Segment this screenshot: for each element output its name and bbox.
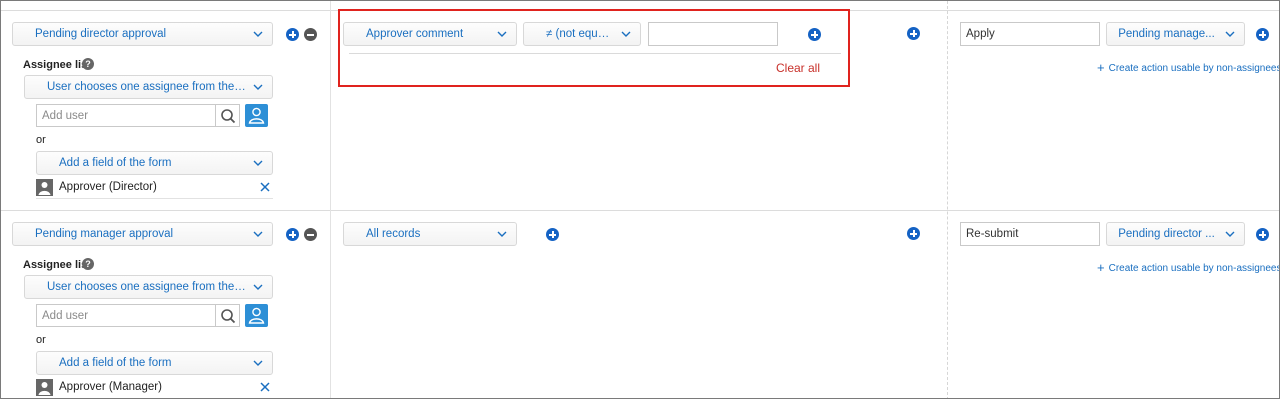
user-select-button[interactable] (245, 104, 268, 127)
help-icon[interactable]: ? (82, 58, 94, 70)
add-form-field-label: Add a field of the form (59, 357, 172, 369)
user-select-button[interactable] (245, 304, 268, 327)
condition-field-label: All records (366, 228, 421, 240)
assignee-mode-label: User chooses one assignee from the list … (47, 81, 246, 93)
condition-value-input[interactable] (648, 22, 778, 46)
user-icon (38, 382, 51, 395)
chevron-down-icon (253, 84, 263, 90)
condition-operator-dropdown[interactable]: ≠ (not equal to) (523, 22, 641, 46)
chevron-down-icon (1225, 231, 1235, 237)
create-action-link[interactable]: + Create action usable by non-assignees (1097, 259, 1280, 275)
action-name-input[interactable] (960, 222, 1100, 246)
status-dropdown[interactable]: Pending director approval (12, 22, 273, 46)
chevron-down-icon (253, 360, 263, 366)
avatar (36, 379, 53, 396)
add-action-button[interactable] (1256, 228, 1269, 241)
condition-separator (349, 53, 841, 54)
assignee-mode-label: User chooses one assignee from the list … (47, 281, 246, 293)
add-condition-group-button[interactable] (907, 227, 920, 240)
add-action-button[interactable] (1256, 28, 1269, 41)
next-status-label: Pending director ... (1118, 228, 1215, 240)
close-icon[interactable] (259, 381, 271, 393)
user-icon (38, 182, 51, 195)
process-row: Pending manager approval Assignee list ?… (1, 201, 1280, 398)
user-icon (248, 307, 265, 324)
add-form-field-dropdown[interactable]: Add a field of the form (36, 351, 273, 375)
next-status-label: Pending manage... (1118, 28, 1215, 40)
user-icon (248, 107, 265, 124)
status-dropdown[interactable]: Pending manager approval (12, 222, 273, 246)
chevron-down-icon (497, 31, 507, 37)
chevron-down-icon (253, 160, 263, 166)
assignee-name: Approver (Manager) (59, 381, 162, 393)
condition-field-label: Approver comment (366, 28, 464, 40)
condition-field-dropdown[interactable]: Approver comment (343, 22, 517, 46)
assignee-item: Approver (Director) (36, 179, 273, 199)
search-button[interactable] (216, 104, 240, 127)
process-row: Pending director approval Assignee list … (1, 1, 1280, 201)
condition-operator-label: ≠ (not equal to) (546, 28, 614, 40)
clear-all-link[interactable]: Clear all (776, 61, 820, 75)
condition-highlight-box (338, 9, 850, 87)
close-icon[interactable] (259, 181, 271, 193)
plus-icon: + (1097, 60, 1105, 75)
search-icon (221, 109, 236, 124)
add-form-field-label: Add a field of the form (59, 157, 172, 169)
or-label: or (36, 334, 46, 346)
assignee-mode-dropdown[interactable]: User chooses one assignee from the list … (24, 75, 273, 99)
add-condition-button[interactable] (808, 28, 821, 41)
chevron-down-icon (1225, 31, 1235, 37)
chevron-down-icon (253, 284, 263, 290)
process-management-table: Pending director approval Assignee list … (0, 0, 1280, 399)
chevron-down-icon (253, 231, 263, 237)
status-label: Pending manager approval (35, 228, 174, 240)
avatar (36, 179, 53, 196)
chevron-down-icon (253, 31, 263, 37)
add-condition-button[interactable] (546, 228, 559, 241)
create-action-label: Create action usable by non-assignees (1108, 263, 1280, 274)
plus-icon: + (1097, 260, 1105, 275)
remove-status-button[interactable] (304, 28, 317, 41)
next-status-dropdown[interactable]: Pending manage... (1106, 22, 1245, 46)
condition-field-dropdown[interactable]: All records (343, 222, 517, 246)
add-condition-group-button[interactable] (907, 27, 920, 40)
assignee-item: Approver (Manager) (36, 379, 273, 398)
chevron-down-icon (497, 231, 507, 237)
help-icon[interactable]: ? (82, 258, 94, 270)
action-name-input[interactable] (960, 22, 1100, 46)
or-label: or (36, 134, 46, 146)
create-action-link[interactable]: + Create action usable by non-assignees (1097, 59, 1280, 75)
status-label: Pending director approval (35, 28, 167, 40)
assignee-mode-dropdown[interactable]: User chooses one assignee from the list … (24, 275, 273, 299)
add-status-button[interactable] (286, 28, 299, 41)
next-status-dropdown[interactable]: Pending director ... (1106, 222, 1245, 246)
assignee-list-label: Assignee list (23, 259, 91, 271)
remove-status-button[interactable] (304, 228, 317, 241)
add-user-input[interactable] (36, 104, 216, 127)
add-form-field-dropdown[interactable]: Add a field of the form (36, 151, 273, 175)
create-action-label: Create action usable by non-assignees (1108, 63, 1280, 74)
chevron-down-icon (621, 31, 631, 37)
search-button[interactable] (216, 304, 240, 327)
search-icon (221, 309, 236, 324)
assignee-name: Approver (Director) (59, 181, 157, 193)
add-status-button[interactable] (286, 228, 299, 241)
add-user-input[interactable] (36, 304, 216, 327)
assignee-list-label: Assignee list (23, 59, 91, 71)
